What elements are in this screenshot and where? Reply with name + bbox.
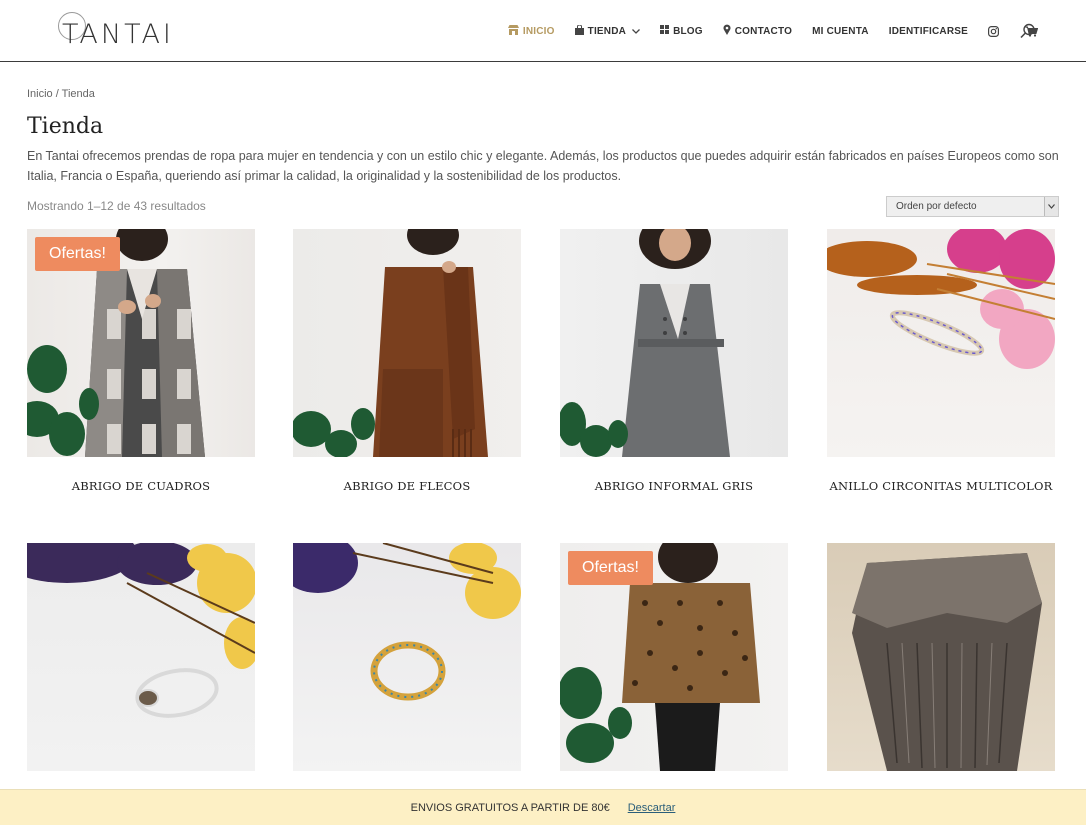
nav-item-contacto[interactable]: CONTACTO xyxy=(723,24,792,38)
product-card[interactable]: Ofertas! ABRIGO DE CUADROS xyxy=(27,229,255,493)
product-image[interactable] xyxy=(560,229,788,457)
banner-text: ENVIOS GRATUITOS A PARTIR DE 80€ xyxy=(410,801,610,814)
nav-label: MI CUENTA xyxy=(812,25,869,37)
site-header: TANTAI INICIO TIENDA BLOG CONTACTO MI CU… xyxy=(0,0,1086,62)
logo-text: TANTAI xyxy=(62,19,174,50)
product-title[interactable]: ABRIGO DE CUADROS xyxy=(27,479,255,493)
instagram-icon[interactable] xyxy=(988,25,999,37)
sort-selected-value: Orden por defecto xyxy=(896,201,977,212)
product-image[interactable] xyxy=(293,543,521,771)
sort-select[interactable]: Orden por defecto xyxy=(886,196,1059,217)
product-card[interactable] xyxy=(827,543,1055,793)
search-icon[interactable] xyxy=(1020,23,1036,39)
nav-label: TIENDA xyxy=(587,25,627,37)
site-logo[interactable]: TANTAI xyxy=(58,12,178,50)
nav-label: IDENTIFICARSE xyxy=(888,25,968,37)
grid-icon xyxy=(660,25,670,37)
shop-description: En Tantai ofrecemos prendas de ropa para… xyxy=(27,149,1059,183)
dismiss-banner-link[interactable]: Descartar xyxy=(628,802,676,814)
main-nav: INICIO TIENDA BLOG CONTACTO MI CUENTA ID… xyxy=(488,0,1038,62)
product-image[interactable] xyxy=(827,543,1055,771)
sale-badge: Ofertas! xyxy=(35,237,120,271)
product-card[interactable]: ANILLO CIRCONITAS MULTICOLOR xyxy=(827,229,1055,493)
sale-badge: Ofertas! xyxy=(568,551,653,585)
map-pin-icon xyxy=(723,24,731,38)
product-image[interactable]: Ofertas! xyxy=(560,543,788,771)
nav-label: INICIO xyxy=(522,25,555,37)
nav-item-inicio[interactable]: INICIO xyxy=(507,24,555,38)
product-card[interactable]: ABRIGO INFORMAL GRIS xyxy=(560,229,788,493)
page-title: Tienda xyxy=(27,114,104,139)
nav-label: CONTACTO xyxy=(734,25,793,37)
chevron-down-icon xyxy=(1044,197,1058,216)
product-title[interactable]: ABRIGO INFORMAL GRIS xyxy=(560,479,788,493)
product-image[interactable] xyxy=(293,229,521,457)
breadcrumb-current: Tienda xyxy=(61,88,95,100)
nav-item-identificarse[interactable]: IDENTIFICARSE xyxy=(889,26,968,37)
product-card[interactable] xyxy=(27,543,255,793)
store-icon xyxy=(507,24,519,38)
product-title[interactable]: ABRIGO DE FLECOS xyxy=(293,479,521,493)
product-title[interactable]: ANILLO CIRCONITAS MULTICOLOR xyxy=(827,479,1055,493)
product-image[interactable] xyxy=(827,229,1055,457)
free-shipping-banner: ENVIOS GRATUITOS A PARTIR DE 80€ Descart… xyxy=(0,789,1086,825)
product-card[interactable]: Ofertas! xyxy=(560,543,788,793)
product-card[interactable] xyxy=(293,543,521,793)
breadcrumb-separator: / xyxy=(52,88,62,100)
product-image[interactable]: Ofertas! xyxy=(27,229,255,457)
bag-icon xyxy=(574,24,584,38)
product-image[interactable] xyxy=(27,543,255,771)
nav-item-tienda[interactable]: TIENDA xyxy=(574,24,641,38)
product-card[interactable]: ABRIGO DE FLECOS xyxy=(293,229,521,493)
breadcrumb: Inicio / Tienda xyxy=(27,88,95,100)
nav-item-blog[interactable]: BLOG xyxy=(660,25,703,37)
nav-label: BLOG xyxy=(673,25,703,37)
chevron-down-icon xyxy=(632,26,641,36)
results-count: Mostrando 1–12 de 43 resultados xyxy=(27,199,206,213)
breadcrumb-home-link[interactable]: Inicio xyxy=(27,88,53,100)
nav-item-mi-cuenta[interactable]: MI CUENTA xyxy=(812,26,869,37)
